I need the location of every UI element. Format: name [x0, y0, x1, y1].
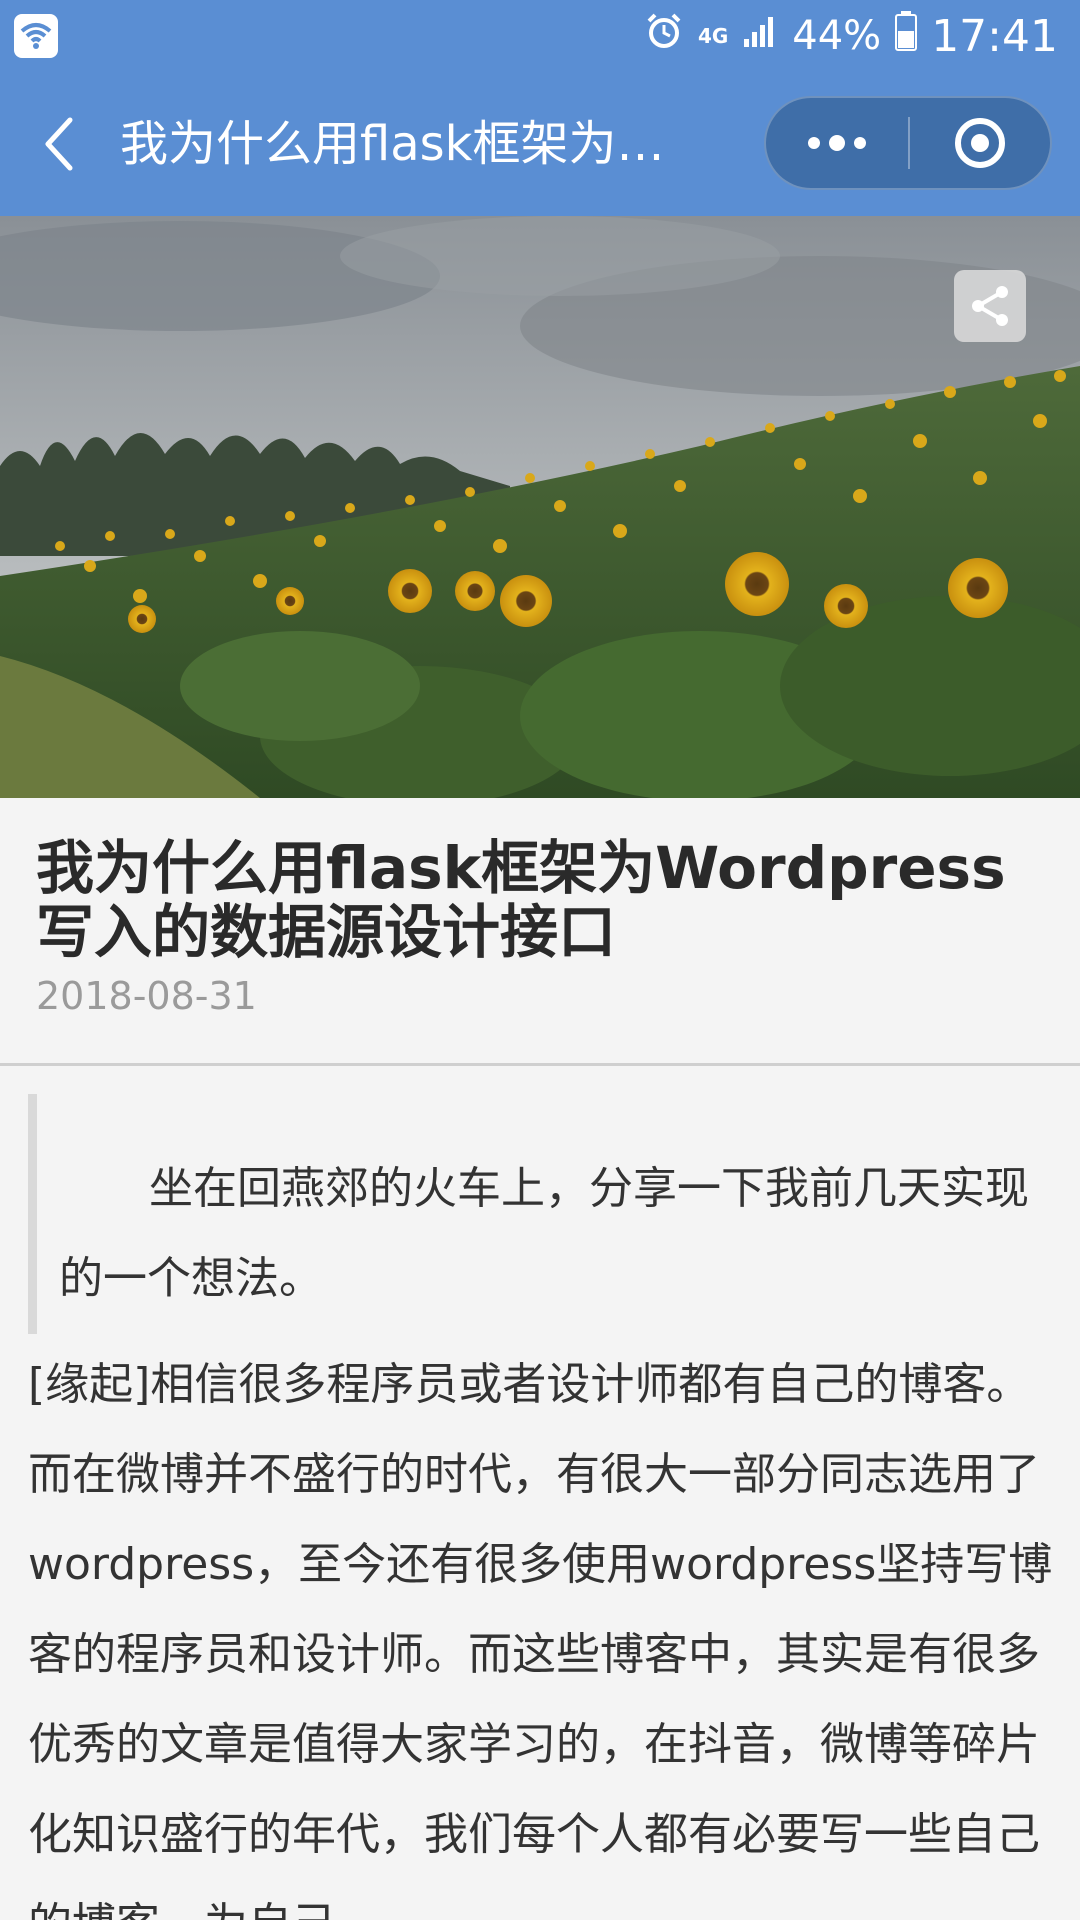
nav-title: 我为什么用flask框架为W... [120, 116, 700, 172]
hero-image [0, 216, 1080, 798]
article-header: 我为什么用flask框架为Wordpress写入的数据源设计接口 2018-08… [0, 798, 1080, 1066]
target-close-icon [955, 118, 1005, 168]
mini-program-capsule [764, 96, 1052, 190]
quote-text: 坐在回燕郊的火车上，分享一下我前几天实现的一个想法。 [59, 1163, 1029, 1304]
network-type-label: 4G [697, 24, 729, 48]
article-title: 我为什么用flask框架为Wordpress写入的数据源设计接口 [36, 834, 1006, 966]
nav-bar: 我为什么用flask框架为W... [0, 72, 1080, 216]
chevron-left-icon [45, 117, 73, 171]
article-body: [缘起]相信很多程序员或者设计师都有自己的博客。而在微博并不盛行的时代，有很大一… [28, 1359, 1053, 1920]
battery-percent: 44% [792, 13, 882, 59]
clock: 17:41 [931, 10, 1058, 62]
alarm-icon [644, 11, 684, 61]
status-bar: 4G 44% 17:41 [0, 0, 1080, 72]
article-date: 2018-08-31 [36, 974, 257, 1018]
more-button[interactable] [766, 98, 908, 188]
battery-icon [895, 11, 918, 61]
share-button[interactable] [954, 270, 1026, 342]
status-right: 4G 44% 17:41 [644, 0, 1058, 72]
status-left [14, 14, 58, 58]
signal-icon [742, 13, 778, 59]
share-icon [972, 286, 1008, 326]
back-button[interactable] [30, 106, 86, 182]
more-dots-icon [808, 135, 866, 151]
close-button[interactable] [910, 98, 1050, 188]
article-quote: 坐在回燕郊的火车上，分享一下我前几天实现的一个想法。 [28, 1094, 1048, 1334]
wifi-icon [14, 14, 58, 58]
